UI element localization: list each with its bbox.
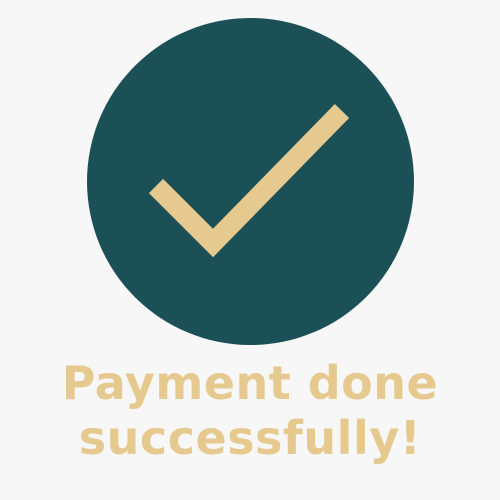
checkmark-icon: [148, 104, 350, 258]
payment-success-screen: Payment done successfully!: [0, 0, 500, 500]
message-line-1: Payment done: [61, 356, 439, 410]
message-line-2: successfully!: [78, 411, 422, 466]
payment-success-message: Payment done successfully!: [0, 356, 500, 466]
success-badge: [87, 18, 414, 345]
